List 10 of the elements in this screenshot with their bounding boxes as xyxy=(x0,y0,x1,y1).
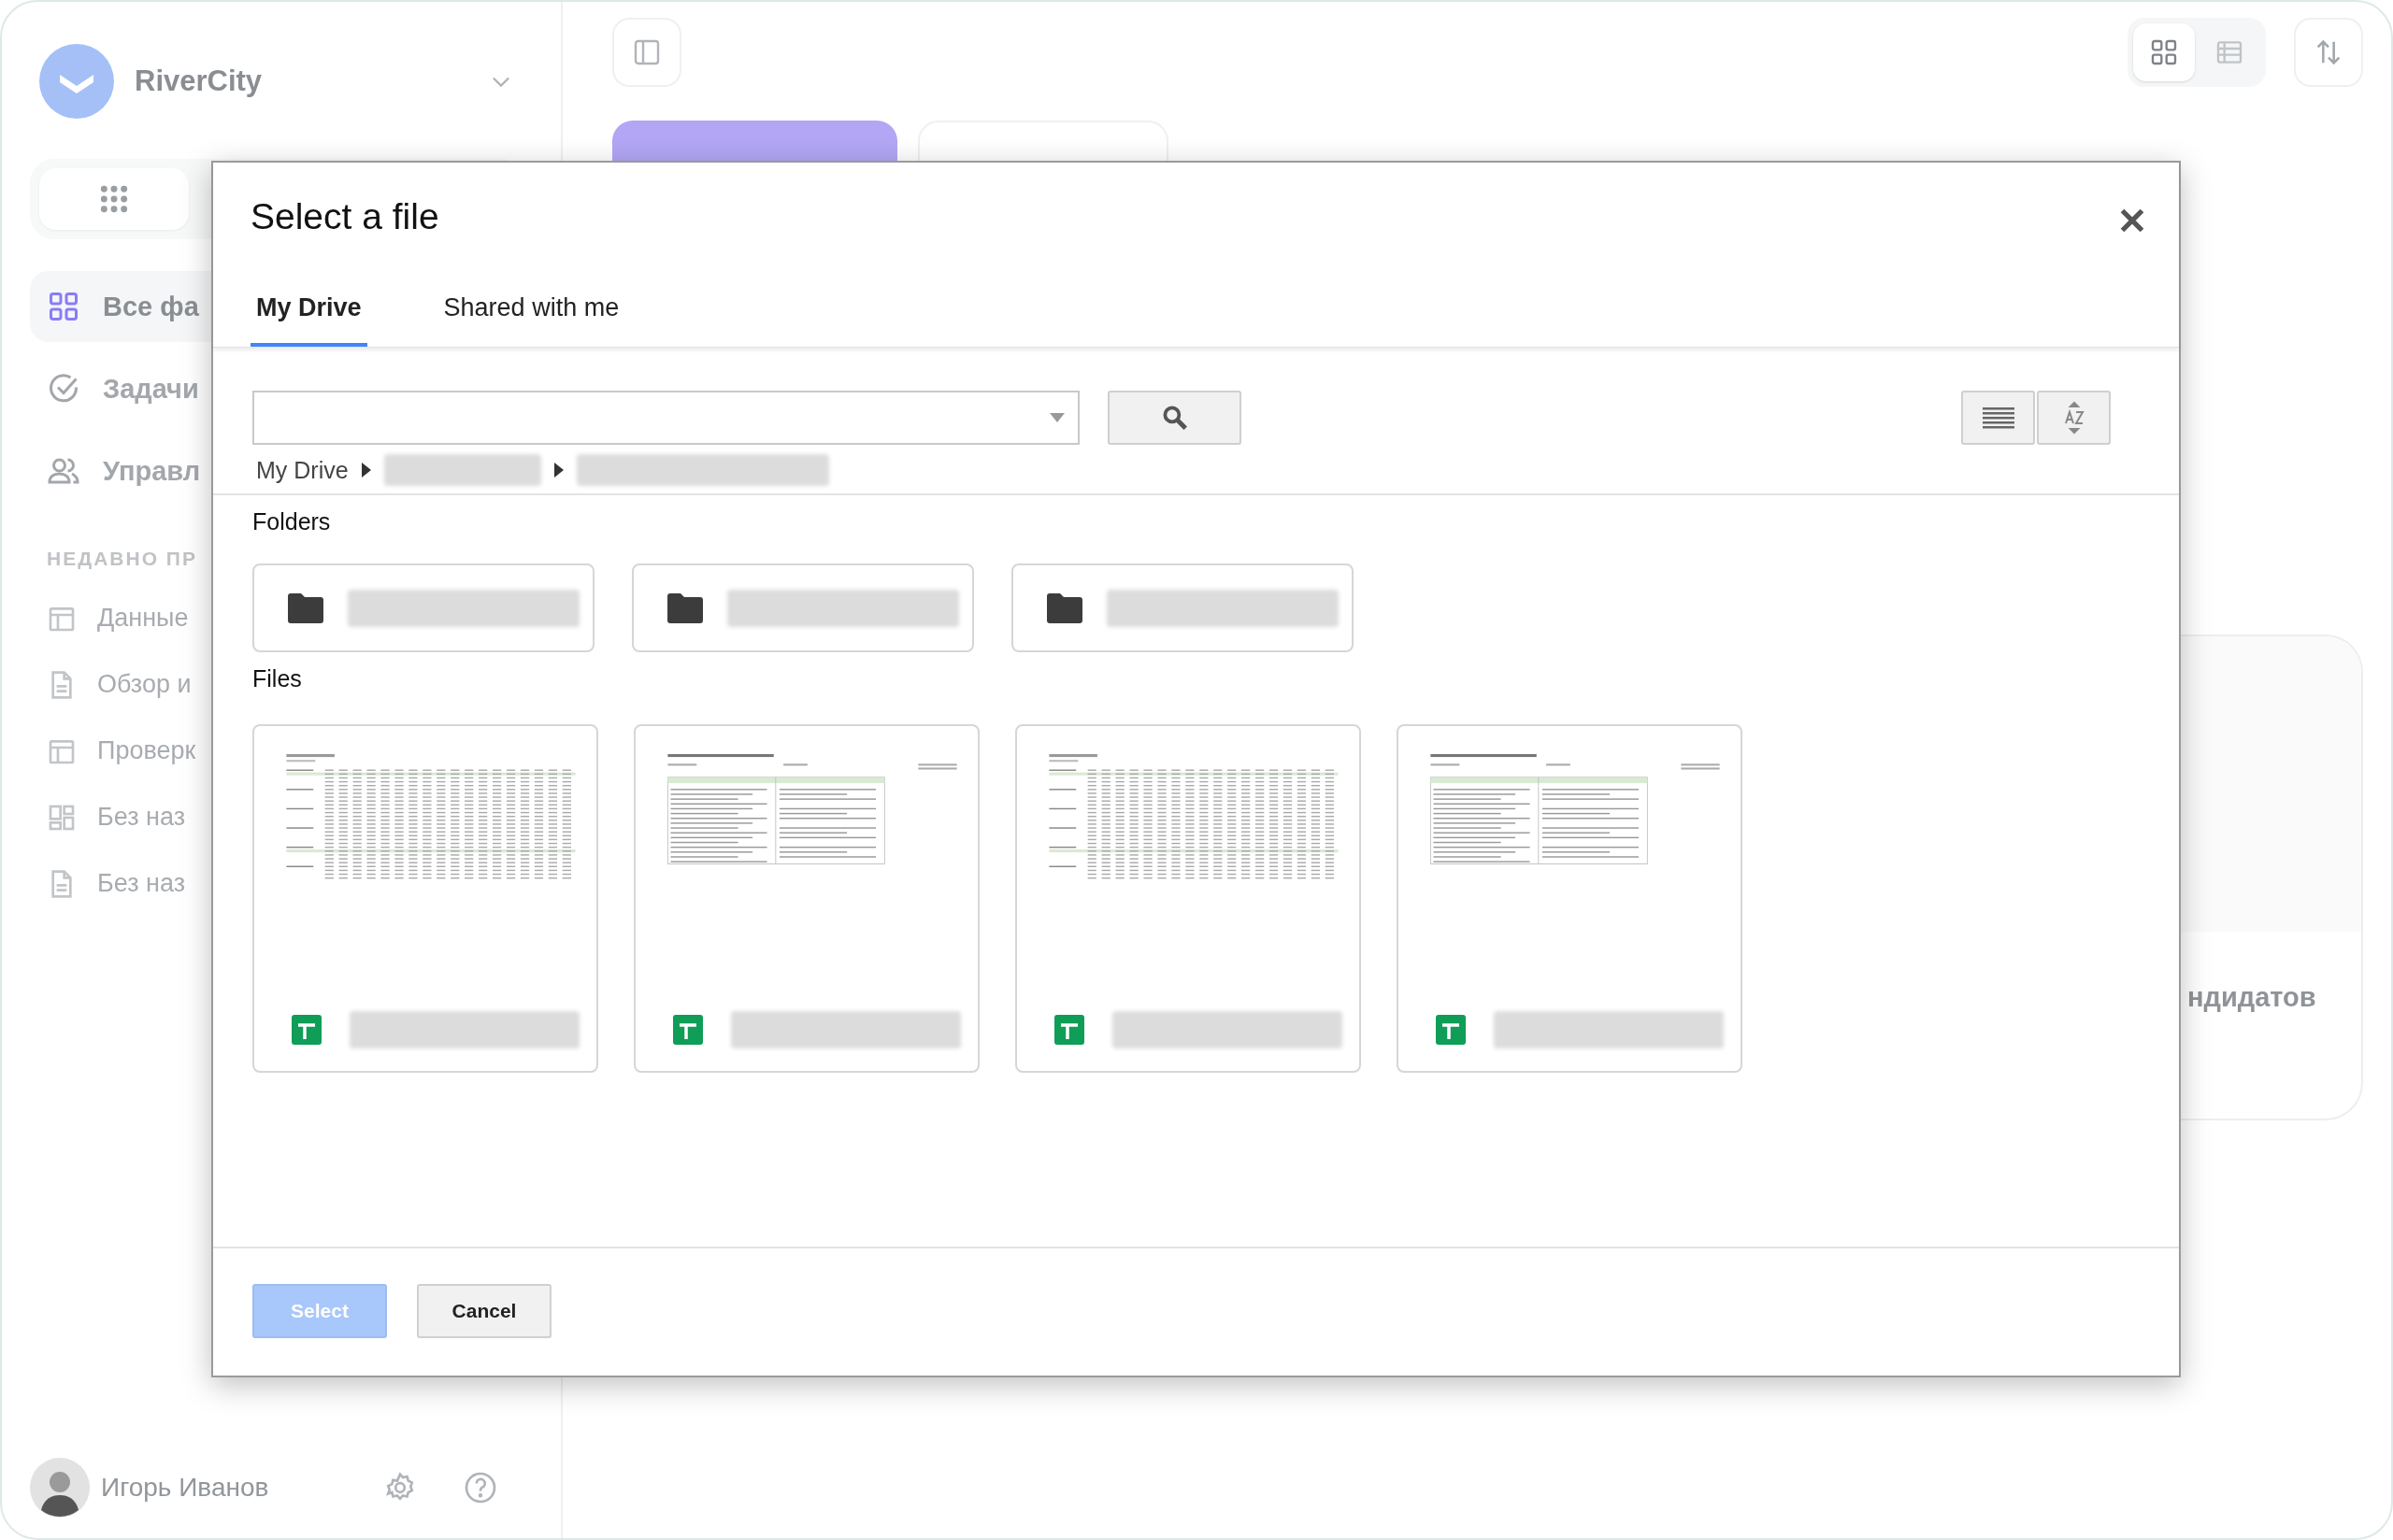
section-heading: Folders xyxy=(251,508,332,535)
dialog-title: Select a file xyxy=(251,196,439,237)
section-heading: Files xyxy=(251,665,303,692)
user-name: Игорь Иванов xyxy=(101,1473,270,1503)
nav-label: Задачи xyxy=(103,373,199,405)
card-title: ндидатов xyxy=(2186,982,2317,1013)
nav-label: Все фа xyxy=(103,291,199,322)
workspace-name: RiverCity xyxy=(135,64,264,98)
nav-label: Управл xyxy=(103,455,201,487)
section-heading: НЕДАВНО ПР xyxy=(46,548,197,570)
